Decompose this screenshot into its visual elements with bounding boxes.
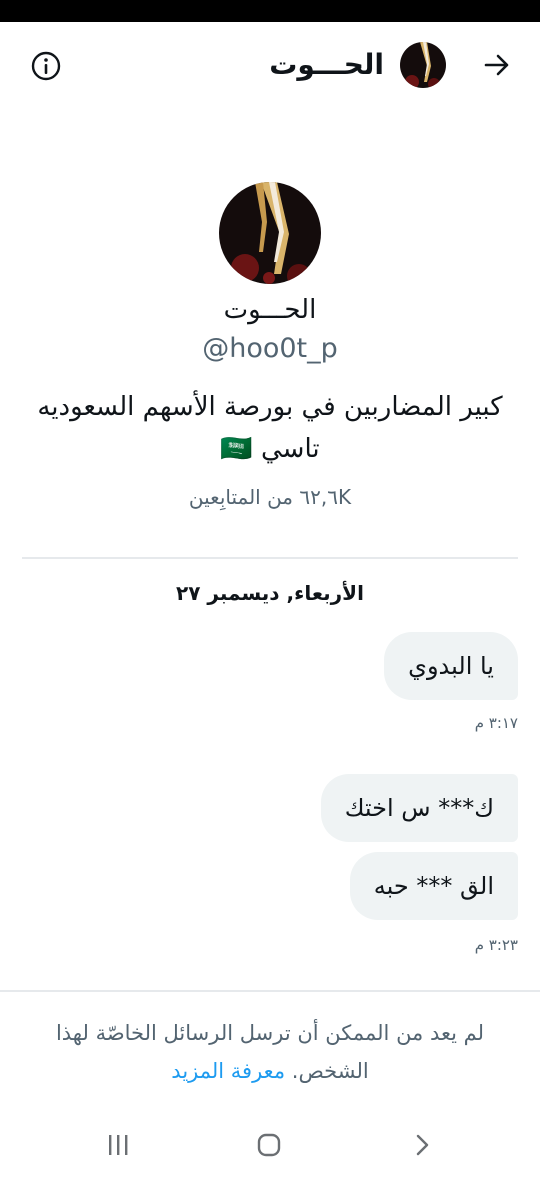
home-button[interactable] <box>249 1128 289 1162</box>
header-avatar[interactable] <box>400 42 446 88</box>
arrow-right-icon <box>484 54 509 76</box>
divider <box>0 990 540 992</box>
chevron-back-icon <box>416 1134 429 1156</box>
avatar-image <box>400 42 446 88</box>
dm-restricted-notice: لم يعد من الممكن أن ترسل الرسائل الخاصّة… <box>40 1014 500 1090</box>
header-title[interactable]: الحـــوت <box>269 44 384 86</box>
recent-apps-icon <box>109 1135 128 1155</box>
message-time: ٣:١٧ م <box>474 714 518 732</box>
message-text: الق *** حبه <box>373 872 494 900</box>
profile-card: الحـــوت @hoo0t_p كبير المضاربين في بورص… <box>0 182 540 512</box>
message-text: ك*** س اختك <box>344 794 494 822</box>
learn-more-link[interactable]: معرفة المزيد <box>171 1059 285 1083</box>
profile-bio: كبير المضاربين في بورصة الأسهم السعوديه … <box>35 386 505 470</box>
message-bubble[interactable]: يا البدوي <box>384 632 518 700</box>
date-separator: الأربعاء, ديسمبر ٢٧ <box>176 581 364 605</box>
info-button[interactable] <box>30 50 62 82</box>
profile-handle: @hoo0t_p <box>202 333 338 364</box>
recent-apps-button[interactable] <box>98 1128 138 1162</box>
status-bar <box>0 0 540 22</box>
home-icon <box>257 1133 281 1157</box>
info-icon <box>31 51 61 81</box>
system-back-button[interactable] <box>401 1128 441 1162</box>
message-bubble[interactable]: ك*** س اختك <box>320 774 518 842</box>
message-bubble[interactable]: الق *** حبه <box>349 852 518 920</box>
profile-name: الحـــوت <box>223 295 317 325</box>
divider <box>22 557 518 559</box>
system-nav-bar <box>0 1110 540 1180</box>
bio-line: كبير المضاربين في بورصة الأسهم السعوديه <box>37 392 503 422</box>
bio-line: تاسي 🇸🇦 <box>220 434 320 464</box>
conversation-header: الحـــوت <box>0 22 540 108</box>
message-text: يا البدوي <box>408 652 494 680</box>
profile-avatar[interactable] <box>219 182 321 284</box>
avatar-image <box>219 182 321 284</box>
message-time: ٣:٢٣ م <box>474 936 518 954</box>
back-button[interactable] <box>480 48 514 82</box>
followers-count[interactable]: ٦٢,٦K من المتابِعين <box>0 482 540 512</box>
